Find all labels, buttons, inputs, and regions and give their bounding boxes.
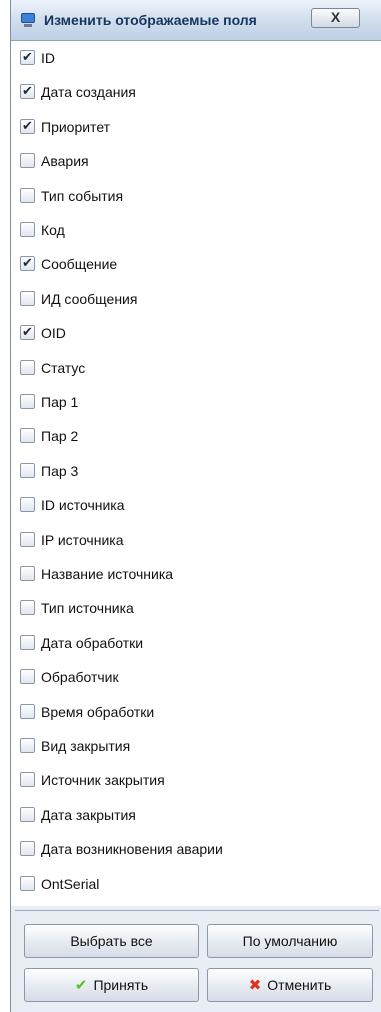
field-label: Статус xyxy=(41,359,86,376)
field-checkbox[interactable] xyxy=(20,359,35,375)
cancel-label: Отменить xyxy=(267,977,332,993)
field-checkbox[interactable] xyxy=(20,49,35,65)
divider xyxy=(15,910,379,911)
field-checkbox[interactable] xyxy=(20,118,35,134)
cross-icon: ✖ xyxy=(248,977,262,994)
field-item[interactable]: Тип источника xyxy=(11,591,381,625)
field-label: Код xyxy=(41,222,65,238)
field-checkbox[interactable] xyxy=(20,187,35,203)
window-title: Изменить отображаемые поля xyxy=(44,12,257,28)
field-item[interactable]: Пар 3 xyxy=(11,454,381,488)
default-label: По умолчанию xyxy=(242,933,338,949)
field-checkbox[interactable] xyxy=(20,841,35,857)
field-item[interactable]: ИД сообщения xyxy=(11,282,381,316)
field-item[interactable]: Вид закрытия xyxy=(11,729,381,763)
field-label: OntSerial xyxy=(41,875,100,892)
field-checkbox[interactable] xyxy=(20,222,35,237)
default-button[interactable]: По умолчанию xyxy=(207,924,373,958)
field-checkbox[interactable] xyxy=(20,772,35,788)
field-checkbox[interactable] xyxy=(20,83,35,100)
field-item[interactable]: Название источника xyxy=(11,557,381,591)
field-label: Дата закрытия xyxy=(41,806,136,823)
field-checkbox[interactable] xyxy=(20,875,35,891)
field-item[interactable]: Дата возникновения аварии xyxy=(11,832,381,866)
field-label: Тип источника xyxy=(41,600,134,617)
field-item[interactable]: OID xyxy=(11,316,381,350)
field-checkbox[interactable] xyxy=(20,703,35,719)
monitor-icon xyxy=(20,12,36,28)
field-item[interactable]: Пар 2 xyxy=(11,419,381,453)
field-label: Авария xyxy=(41,153,89,170)
field-item[interactable]: ID xyxy=(11,41,381,75)
field-checkbox[interactable] xyxy=(20,600,35,616)
field-checkbox[interactable] xyxy=(20,566,35,581)
field-checkbox[interactable] xyxy=(20,806,35,822)
field-label: Вид закрытия xyxy=(41,738,131,754)
field-item[interactable]: Статус xyxy=(11,351,381,385)
field-label: Время обработки xyxy=(41,703,155,720)
field-label: IP источника xyxy=(41,531,124,548)
field-label: Обработчик xyxy=(41,669,119,686)
field-item[interactable]: ID источника xyxy=(11,488,381,522)
field-checkbox[interactable] xyxy=(20,497,35,513)
field-label: Дата возникновения аварии xyxy=(41,841,223,858)
close-button[interactable]: X xyxy=(311,8,360,28)
field-label: ИД сообщения xyxy=(41,290,138,307)
field-item[interactable]: Дата создания xyxy=(11,75,381,109)
field-item[interactable]: Дата обработки xyxy=(11,626,381,660)
field-checkbox[interactable] xyxy=(20,738,35,753)
field-checkbox[interactable] xyxy=(20,462,35,478)
accept-label: Принять xyxy=(93,977,149,993)
field-item[interactable]: Приоритет xyxy=(11,110,381,144)
field-checkbox[interactable] xyxy=(20,290,35,306)
checkmark-icon: ✔ xyxy=(74,977,88,994)
select-all-label: Выбрать все xyxy=(70,933,153,949)
field-label: Дата создания xyxy=(41,84,136,101)
field-item[interactable]: IP источника xyxy=(11,523,381,557)
field-item[interactable]: Источник закрытия xyxy=(11,763,381,797)
field-item[interactable]: Сообщение xyxy=(11,247,381,281)
dialog-window: Изменить отображаемые поля X ID Дата созд… xyxy=(10,0,381,1012)
field-item[interactable]: Тип события xyxy=(11,179,381,213)
field-item[interactable]: OntSerial xyxy=(11,867,381,901)
field-label: OID xyxy=(41,325,66,342)
field-checkbox-list: ID Дата создания Приоритет Авария Тип событи… xyxy=(11,41,381,906)
field-label: ID xyxy=(41,50,55,66)
field-checkbox[interactable] xyxy=(20,669,35,685)
field-checkbox[interactable] xyxy=(20,634,35,650)
field-label: Тип события xyxy=(41,187,124,204)
field-checkbox[interactable] xyxy=(20,324,35,341)
field-label: Источник закрытия xyxy=(41,772,165,789)
field-label: Сообщение xyxy=(41,256,118,273)
field-label: Приоритет xyxy=(41,118,111,135)
field-label: Название источника xyxy=(41,566,174,582)
field-label: Пар 1 xyxy=(41,394,79,410)
field-checkbox[interactable] xyxy=(20,153,35,169)
field-checkbox[interactable] xyxy=(20,531,35,547)
cancel-button[interactable]: ✖ Отменить xyxy=(207,968,373,1002)
field-label: ID источника xyxy=(41,497,125,514)
field-label: Пар 3 xyxy=(41,462,79,479)
field-checkbox[interactable] xyxy=(20,255,35,272)
field-item[interactable]: Дата закрытия xyxy=(11,798,381,832)
field-item[interactable]: Время обработки xyxy=(11,695,381,729)
field-item[interactable]: Код xyxy=(11,213,381,247)
field-item[interactable]: Авария xyxy=(11,144,381,178)
field-label: Пар 2 xyxy=(41,428,79,445)
field-item[interactable]: Пар 1 xyxy=(11,385,381,419)
select-all-button[interactable]: Выбрать все xyxy=(24,924,199,958)
accept-button[interactable]: ✔ Принять xyxy=(24,968,199,1002)
field-item[interactable]: Обработчик xyxy=(11,660,381,694)
field-label: Дата обработки xyxy=(41,634,144,651)
field-checkbox[interactable] xyxy=(20,394,35,409)
field-checkbox[interactable] xyxy=(20,428,35,444)
title-bar: Изменить отображаемые поля X xyxy=(11,0,381,41)
